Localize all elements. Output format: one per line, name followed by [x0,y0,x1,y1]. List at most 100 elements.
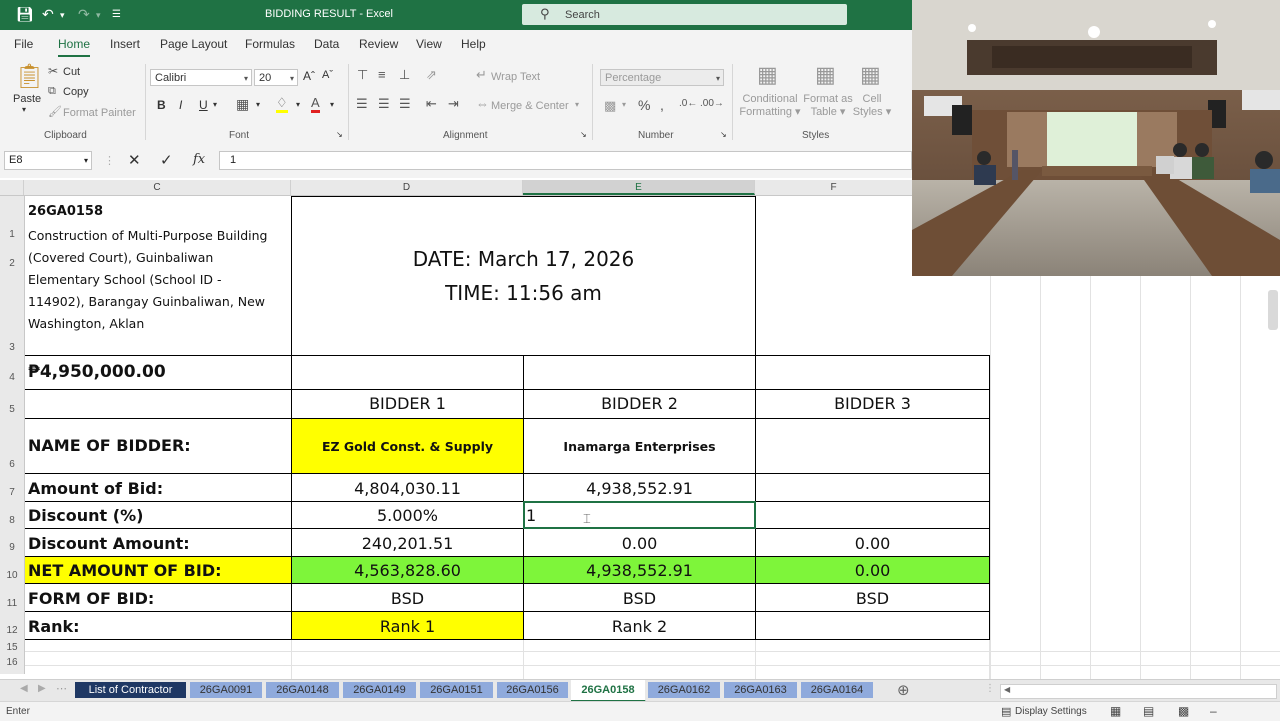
copy-icon[interactable]: ⧉ [48,85,56,98]
discount-amount-label[interactable]: Discount Amount: [28,534,190,553]
percent-icon[interactable]: % [638,97,650,113]
tab-page-layout[interactable]: Page Layout [160,37,227,51]
vertical-scrollbar[interactable] [1268,290,1278,330]
form-of-bid[interactable]: BSD [524,589,755,608]
conditional-formatting-button[interactable]: Conditional Formatting ▾ [738,93,802,118]
comma-style-icon[interactable]: , [660,97,664,113]
bid-date[interactable]: DATE: March 17, 2026 [292,247,755,271]
enter-icon[interactable]: ✓ [160,151,173,169]
decrease-indent-icon[interactable]: ⇤ [426,96,437,112]
form-of-bid-label[interactable]: FORM OF BID: [28,589,154,608]
scroll-left-icon[interactable]: ◀ [1004,685,1010,694]
borders-dropdown-icon[interactable]: ▾ [256,100,260,109]
tab-review[interactable]: Review [359,37,398,51]
undo-icon[interactable]: ↶ [42,6,54,23]
align-left-icon[interactable]: ☰ [356,96,368,112]
conditional-formatting-icon[interactable]: ▦ [757,62,778,88]
row-header[interactable]: 4 [0,372,24,383]
bidder-header[interactable]: BIDDER 2 [524,394,755,413]
merge-dropdown-icon[interactable]: ▾ [575,100,579,109]
row-header[interactable]: 5 [0,404,24,415]
paste-dropdown-icon[interactable]: ▾ [22,105,26,114]
sheet-tab[interactable]: 26GA0164 [801,682,874,698]
merge-center-button[interactable]: Merge & Center [491,100,569,112]
undo-dropdown-icon[interactable]: ▾ [60,10,65,21]
font-color-icon[interactable]: A [311,96,320,113]
select-all-corner[interactable] [0,180,24,195]
form-of-bid[interactable]: BSD [292,589,523,608]
page-break-view-icon[interactable]: ▩ [1178,704,1189,718]
net-amount-label[interactable]: NET AMOUNT OF BID: [28,561,222,580]
row-header[interactable]: 6 [0,459,24,470]
sheet-tab[interactable]: 26GA0156 [497,682,569,698]
font-size-combo[interactable]: 20 ▾ [254,69,298,86]
format-as-table-icon[interactable]: ▦ [815,62,836,88]
name-box[interactable]: E8 ▾ [4,151,92,170]
row-header[interactable]: 7 [0,487,24,498]
project-title-line[interactable]: Elementary School (School ID - [28,272,222,287]
decrease-font-icon[interactable]: Aˇ [322,69,333,81]
bottom-align-icon[interactable]: ⊥ [399,67,410,83]
sheet-tab[interactable]: 26GA0163 [724,682,798,698]
fill-color-dropdown-icon[interactable]: ▾ [296,100,300,109]
bold-button[interactable]: B [157,98,166,112]
top-align-icon[interactable]: ⊤ [357,67,368,83]
tab-help[interactable]: Help [461,37,486,51]
bidder-name[interactable]: EZ Gold Const. & Supply [292,439,523,454]
display-settings-button[interactable]: Display Settings [1015,706,1087,717]
row-header[interactable]: 2 [0,258,24,269]
normal-view-icon[interactable]: ▦ [1110,704,1121,718]
active-cell-e8[interactable] [523,501,756,529]
row-header[interactable]: 9 [0,542,24,553]
dialog-launcher-icon[interactable]: ↘ [336,130,343,139]
sheet-tab-active[interactable]: 26GA0158 [571,680,646,702]
discount-percent[interactable]: 5.000% [292,506,523,525]
dialog-launcher-icon[interactable]: ↘ [580,130,587,139]
customize-toolbar-icon[interactable]: ☰ [112,9,121,20]
orientation-icon[interactable]: ⇗ [426,67,437,83]
accounting-dropdown-icon[interactable]: ▾ [622,100,626,109]
align-right-icon[interactable]: ☰ [399,96,411,112]
redo-dropdown-icon[interactable]: ▾ [96,10,101,21]
paste-icon[interactable]: 📋︎ [14,62,44,91]
sheet-tab[interactable]: 26GA0162 [648,682,721,698]
approved-budget[interactable]: ₱4,950,000.00 [28,362,166,382]
wrap-text-button[interactable]: Wrap Text [491,71,540,83]
cell-styles-button[interactable]: Cell Styles ▾ [848,93,896,118]
column-header-d[interactable]: D [291,180,523,195]
sheet-tab[interactable]: 26GA0091 [190,682,263,698]
align-center-icon[interactable]: ☰ [378,96,390,112]
prev-sheet-icon[interactable]: ◀ [20,683,28,694]
name-of-bidder-label[interactable]: NAME OF BIDDER: [28,436,191,455]
row-header[interactable]: 3 [0,342,24,353]
tab-formulas[interactable]: Formulas [245,37,295,51]
project-code[interactable]: 26GA0158 [28,204,103,219]
merge-center-icon[interactable]: ⇔ [476,96,489,111]
rank-value[interactable]: Rank 1 [292,617,523,636]
sheet-tab[interactable]: 26GA0149 [343,682,417,698]
bidder-header[interactable]: BIDDER 1 [292,394,523,413]
insert-function-button[interactable]: fx [193,152,205,167]
bidder-name[interactable]: Inamarga Enterprises [524,439,755,454]
add-sheet-icon[interactable]: ⊕ [897,681,910,699]
discount-percent-editing[interactable]: 1 [526,506,536,525]
row-header[interactable]: 8 [0,515,24,526]
format-painter-button[interactable]: Format Painter [63,107,136,119]
redo-icon[interactable]: ↷ [78,6,90,23]
wrap-text-icon[interactable]: ↵ [476,67,487,83]
accounting-format-icon[interactable]: ▩ [604,98,616,114]
row-header[interactable]: 10 [0,570,24,581]
borders-icon[interactable]: ▦ [236,96,249,113]
bid-amount[interactable]: 4,938,552.91 [524,479,755,498]
search-box[interactable]: ⚲ Search [522,4,847,25]
cancel-icon[interactable]: ✕ [128,151,141,169]
italic-button[interactable]: I [179,98,182,112]
project-title-line[interactable]: 114902), Barangay Guinbaliwan, New [28,294,265,309]
rank-value[interactable]: Rank 2 [524,617,755,636]
cut-button[interactable]: Cut [63,66,80,78]
increase-font-icon[interactable]: Aˆ [303,69,315,83]
bidder-header[interactable]: BIDDER 3 [756,394,989,413]
copy-button[interactable]: Copy [63,86,89,98]
paste-button[interactable]: Paste [13,93,41,105]
zoom-out-icon[interactable]: – [1210,704,1217,718]
